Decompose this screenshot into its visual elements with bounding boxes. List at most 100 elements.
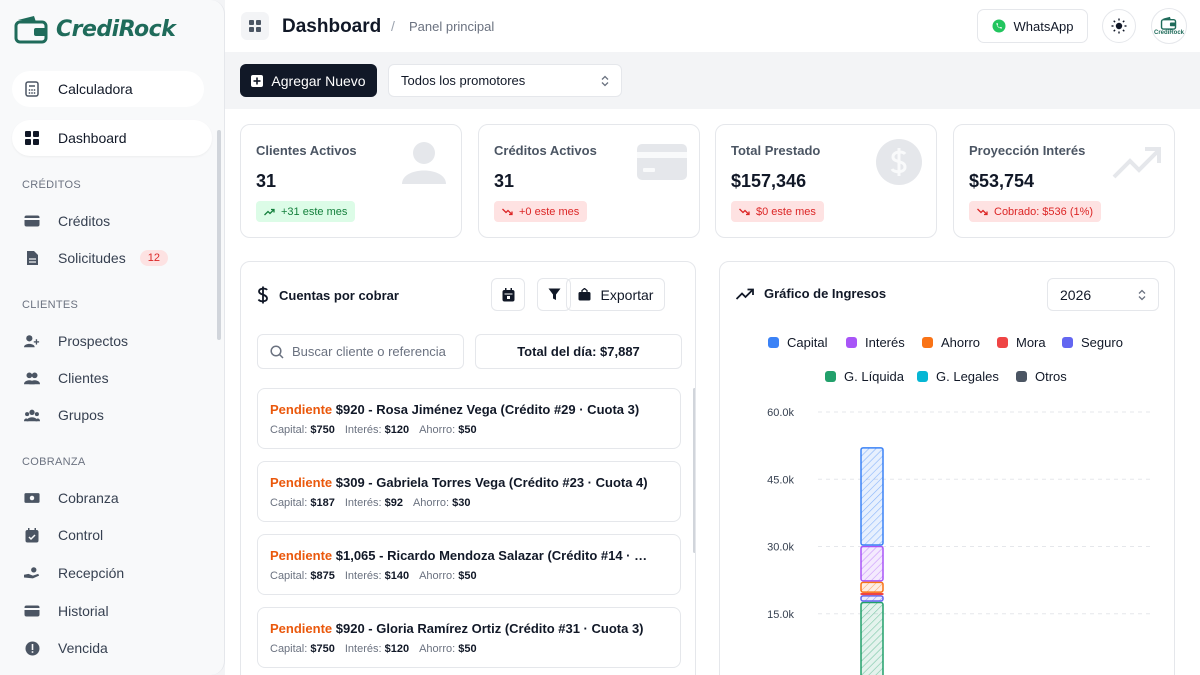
calendar-check-icon xyxy=(24,527,40,543)
legend-label: Mora xyxy=(1016,335,1046,350)
sun-icon xyxy=(1111,18,1127,34)
capital-label: Capital: xyxy=(270,570,308,582)
stat-change-badge: $0 este mes xyxy=(731,201,824,222)
sidebar-item-creditos[interactable]: Créditos xyxy=(12,203,212,239)
trending-up-icon xyxy=(736,288,754,300)
sidebar-item-label: Calculadora xyxy=(58,81,133,97)
legend-swatch xyxy=(846,337,857,348)
promoter-select[interactable]: Todos los promotores xyxy=(388,64,622,97)
export-button[interactable]: Exportar xyxy=(566,278,665,311)
ahorro-label: Ahorro: xyxy=(419,643,456,655)
sidebar-item-vencida[interactable]: Vencida xyxy=(12,630,212,666)
legend-item-capital[interactable]: Capital xyxy=(768,335,827,350)
chevron-updown-icon xyxy=(601,75,609,86)
receivable-meta: Capital: $750 Interés: $120 Ahorro: $50 xyxy=(270,643,477,655)
chevron-updown-icon xyxy=(1138,289,1146,300)
sidebar-item-cobranza[interactable]: Cobranza xyxy=(12,480,212,516)
calendar-button[interactable] xyxy=(491,278,525,311)
dollar-icon xyxy=(874,137,924,187)
receivable-meta: Capital: $750 Interés: $120 Ahorro: $50 xyxy=(270,424,477,436)
add-new-button[interactable]: Agregar Nuevo xyxy=(240,64,377,97)
search-field[interactable] xyxy=(257,334,464,369)
receivable-item[interactable]: Pendiente $309 - Gabriela Torres Vega (C… xyxy=(257,461,681,522)
legend-item-seguro[interactable]: Seguro xyxy=(1062,335,1123,350)
history-card-icon xyxy=(24,603,40,619)
receivable-item[interactable]: Pendiente $920 - Rosa Jiménez Vega (Créd… xyxy=(257,388,681,449)
receivable-title: Pendiente $920 - Rosa Jiménez Vega (Créd… xyxy=(270,402,639,417)
bar-segment-mora[interactable] xyxy=(860,592,884,596)
status-label: Pendiente xyxy=(270,402,333,417)
receivable-title-text: $1,065 - Ricardo Mendoza Salazar (Crédit… xyxy=(335,548,650,563)
theme-toggle-button[interactable] xyxy=(1102,9,1136,43)
receivable-title: Pendiente $920 - Gloria Ramírez Ortiz (C… xyxy=(270,621,644,636)
sidebar-item-recepcion[interactable]: Recepción xyxy=(12,555,212,591)
promoter-select-value: Todos los promotores xyxy=(401,73,526,88)
year-select-value: 2026 xyxy=(1060,286,1092,303)
stat-label: Créditos Activos xyxy=(494,143,597,158)
capital-label: Capital: xyxy=(270,643,308,655)
income-chart-title: Gráfico de Ingresos xyxy=(736,286,886,301)
search-input[interactable] xyxy=(292,344,452,359)
interes-label: Interés: xyxy=(344,570,382,582)
y-tick-label: 30.0k xyxy=(767,542,794,554)
legend-item-mora[interactable]: Mora xyxy=(997,335,1046,350)
receivable-title-text: $920 - Gloria Ramírez Ortiz (Crédito #31… xyxy=(335,621,644,636)
sidebar-item-historial[interactable]: Historial xyxy=(12,593,212,629)
receivable-title: Pendiente $309 - Gabriela Torres Vega (C… xyxy=(270,475,648,490)
receivables-title: Cuentas por cobrar xyxy=(257,286,399,304)
sidebar-item-grupos[interactable]: Grupos xyxy=(12,397,212,433)
sidebar-item-label: Grupos xyxy=(58,407,104,423)
sidebar-item-solicitudes[interactable]: Solicitudes 12 xyxy=(12,240,212,276)
receivable-item[interactable]: Pendiente $1,065 - Ricardo Mendoza Salaz… xyxy=(257,534,681,595)
trend-down-icon xyxy=(502,208,513,215)
calculator-icon xyxy=(24,81,40,97)
whatsapp-label: WhatsApp xyxy=(1013,18,1074,34)
trend-up-icon xyxy=(264,208,275,215)
receivable-item[interactable]: Pendiente $920 - Gloria Ramírez Ortiz (C… xyxy=(257,607,681,668)
receivable-title-text: $309 - Gabriela Torres Vega (Crédito #23… xyxy=(335,475,648,490)
interes-value: $92 xyxy=(384,497,403,509)
capital-value: $187 xyxy=(310,497,335,509)
stat-card-proyeccion-interes: Proyección Interés $53,754 Cobrado: $536… xyxy=(953,124,1175,238)
stat-card-creditos-activos: Créditos Activos 31 +0 este mes xyxy=(478,124,700,238)
bar-segment-g-l-quida[interactable] xyxy=(860,601,884,675)
user-avatar[interactable]: CrediRock xyxy=(1151,8,1187,44)
dashboard-grid-button[interactable] xyxy=(241,12,269,40)
sidebar-item-label: Historial xyxy=(58,603,109,619)
sidebar-item-calculadora[interactable]: Calculadora xyxy=(12,71,204,107)
sidebar-scrollbar[interactable] xyxy=(217,130,221,340)
year-select[interactable]: 2026 xyxy=(1047,278,1159,311)
legend-label: Capital xyxy=(787,335,828,350)
legend-item-g-liquida[interactable]: G. Líquida xyxy=(825,369,904,384)
bar-segment-inter-s[interactable] xyxy=(860,545,884,582)
receivables-panel: Cuentas por cobrar Exportar Total del dí… xyxy=(240,261,696,675)
whatsapp-button[interactable]: WhatsApp xyxy=(977,9,1088,43)
sidebar-item-prospectos[interactable]: Prospectos xyxy=(12,323,212,359)
legend-label: Ahorro xyxy=(941,335,981,350)
bar-segment-capital[interactable] xyxy=(860,447,884,546)
stat-value: $53,754 xyxy=(969,171,1035,191)
list-scrollbar[interactable] xyxy=(693,388,695,553)
legend-item-g-legales[interactable]: G. Legales xyxy=(917,369,999,384)
status-label: Pendiente xyxy=(270,548,333,563)
user-plus-icon xyxy=(24,333,40,349)
stat-change-badge: Cobrado: $536 (1%) xyxy=(969,201,1102,222)
sidebar-item-dashboard[interactable]: Dashboard xyxy=(12,120,212,156)
sidebar-item-clientes[interactable]: Clientes xyxy=(12,360,212,396)
legend-swatch xyxy=(825,371,836,382)
capital-value: $750 xyxy=(310,424,335,436)
legend-label: Otros xyxy=(1035,369,1067,384)
bar-segment-seguro[interactable] xyxy=(860,595,884,602)
sidebar-item-control[interactable]: Control xyxy=(12,517,212,553)
legend-item-interes[interactable]: Interés xyxy=(846,335,905,350)
legend-item-otros[interactable]: Otros xyxy=(1016,369,1067,384)
alert-icon xyxy=(24,640,40,656)
receivable-title-text: $920 - Rosa Jiménez Vega (Crédito #29 · … xyxy=(335,402,640,417)
app-logo[interactable]: CrediRock xyxy=(14,14,176,44)
bar-segment-ahorro[interactable] xyxy=(860,581,884,593)
document-icon xyxy=(24,250,40,266)
income-chart-panel: Gráfico de Ingresos 2026 Capital Interés… xyxy=(719,261,1175,675)
trend-down-icon xyxy=(739,208,750,215)
stat-label: Proyección Interés xyxy=(969,143,1086,158)
legend-item-ahorro[interactable]: Ahorro xyxy=(922,335,980,350)
